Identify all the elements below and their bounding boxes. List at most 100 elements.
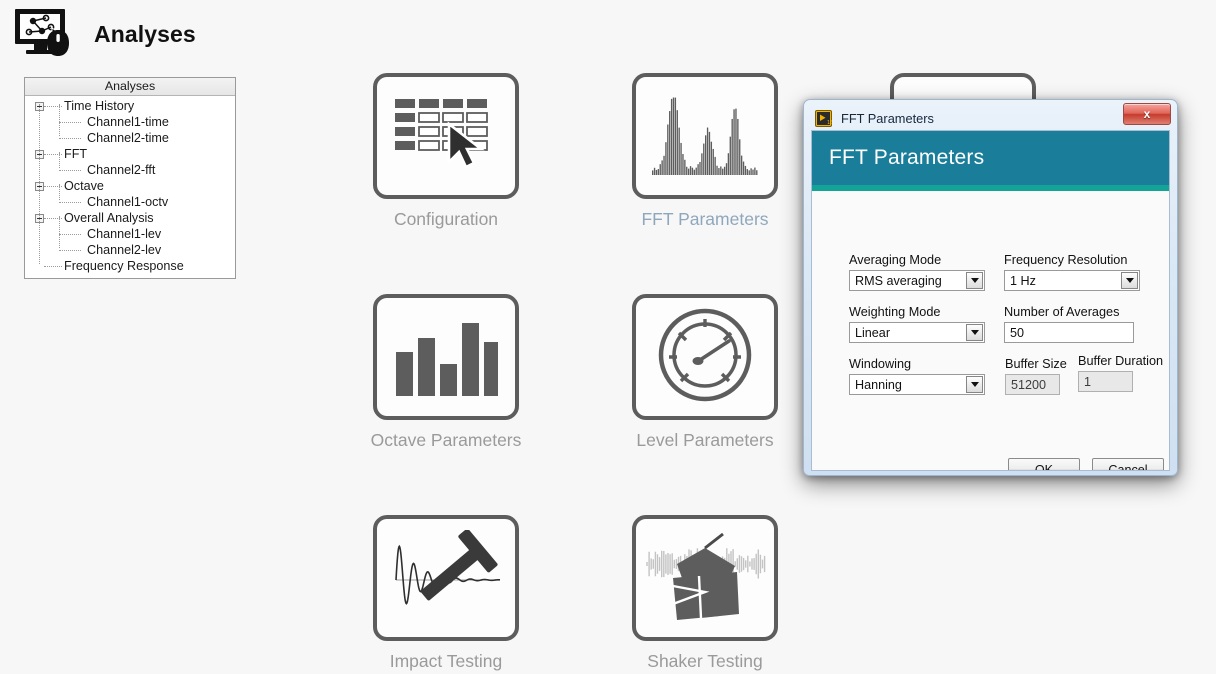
- tree-item[interactable]: Channel1-octv: [25, 194, 235, 210]
- tree-connector: [59, 138, 81, 139]
- close-icon[interactable]: x: [1123, 103, 1171, 125]
- tree-item[interactable]: Time History: [25, 98, 235, 114]
- frequency-resolution-value: 1 Hz: [1010, 273, 1036, 288]
- ok-button[interactable]: OK: [1008, 458, 1080, 470]
- averaging-mode-label: Averaging Mode: [849, 253, 942, 267]
- dialog-banner-title: FFT Parameters: [829, 146, 985, 169]
- spectrum-icon: [649, 93, 761, 180]
- tree-item-label: Channel2-lev: [87, 243, 162, 257]
- tree-item[interactable]: Channel1-lev: [25, 226, 235, 242]
- buffer-duration-label: Buffer Duration: [1078, 354, 1164, 368]
- tree-body[interactable]: Time History Channel1-time Channel2-time FF…: [25, 96, 235, 278]
- tree-item-label: Channel2-time: [87, 131, 169, 145]
- tree-branch: [59, 152, 60, 168]
- frequency-resolution-dropdown[interactable]: 1 Hz: [1004, 270, 1140, 291]
- tree-item-label: Octave: [64, 179, 104, 193]
- number-of-averages-input[interactable]: 50: [1004, 322, 1134, 343]
- tree-item[interactable]: Octave: [25, 178, 235, 194]
- tree-trunk: [39, 104, 40, 264]
- tree-item-label: Channel1-time: [87, 115, 169, 129]
- field-windowing: Windowing Hanning: [849, 357, 985, 395]
- buffer-duration-display: 1: [1078, 371, 1133, 392]
- buffer-size-label: Buffer Size: [1005, 357, 1067, 371]
- tree-item[interactable]: Channel2-fft: [25, 162, 235, 178]
- tile-configuration[interactable]: Configuration: [368, 73, 524, 230]
- tree-connector: [59, 122, 81, 123]
- tree-item-label: Channel2-fft: [87, 163, 156, 177]
- tree-connector: [59, 170, 81, 171]
- tile-fft-parameters-label: FFT Parameters: [641, 209, 769, 229]
- tile-configuration-box[interactable]: [373, 73, 519, 199]
- dialog-form: Averaging Mode RMS averaging Frequency R…: [812, 191, 1169, 395]
- monitor-graph-mouse-icon: [14, 8, 80, 60]
- tile-level-parameters-box[interactable]: [632, 294, 778, 420]
- tree-branch: [59, 216, 60, 248]
- analyses-tree[interactable]: Analyses Time History Channel1-time Channe…: [24, 77, 236, 279]
- tree-item[interactable]: Overall Analysis: [25, 210, 235, 226]
- averaging-mode-value: RMS averaging: [855, 273, 942, 288]
- fft-parameters-dialog: 15 FFT Parameters x FFT Parameters Avera…: [803, 99, 1178, 476]
- tree-item-label: Channel1-octv: [87, 195, 169, 209]
- dialog-title: FFT Parameters: [841, 110, 934, 126]
- buffer-size-display: 51200: [1005, 374, 1060, 395]
- tree-connector: [59, 202, 81, 203]
- tree-item[interactable]: FFT: [25, 146, 235, 162]
- tile-shaker-testing-box[interactable]: [632, 515, 778, 641]
- gauge-icon: [655, 305, 755, 410]
- cancel-button[interactable]: Cancel: [1092, 458, 1164, 470]
- table-cursor-icon: [391, 93, 501, 180]
- shaker-noise-icon: [643, 528, 767, 629]
- tile-octave-parameters-box[interactable]: [373, 294, 519, 420]
- tile-impact-testing-box[interactable]: [373, 515, 519, 641]
- tile-impact-testing-label: Impact Testing: [389, 651, 503, 671]
- svg-text:15: 15: [827, 120, 832, 126]
- weighting-mode-label: Weighting Mode: [849, 305, 941, 319]
- windowing-dropdown[interactable]: Hanning: [849, 374, 985, 395]
- windowing-value: Hanning: [855, 377, 902, 392]
- dialog-titlebar[interactable]: 15 FFT Parameters x: [811, 103, 1171, 130]
- chevron-down-icon[interactable]: [966, 272, 983, 289]
- page-header: Analyses: [14, 8, 196, 60]
- tree-connector: [59, 234, 81, 235]
- hammer-decay-icon: [386, 528, 506, 627]
- chevron-down-icon[interactable]: [966, 324, 983, 341]
- tree-item-label: Overall Analysis: [64, 211, 154, 225]
- chevron-down-icon[interactable]: [1121, 272, 1138, 289]
- frequency-resolution-label: Frequency Resolution: [1004, 253, 1128, 267]
- buffer-duration-value: 1: [1084, 374, 1092, 389]
- windowing-label: Windowing: [849, 357, 912, 371]
- close-icon-glyph: x: [1143, 107, 1151, 121]
- weighting-mode-dropdown[interactable]: Linear: [849, 322, 985, 343]
- dialog-body: FFT Parameters Averaging Mode RMS averag…: [811, 130, 1170, 471]
- dialog-banner: FFT Parameters: [812, 131, 1169, 185]
- tile-impact-testing[interactable]: Impact Testing: [368, 515, 524, 672]
- chevron-down-icon[interactable]: [966, 376, 983, 393]
- tree-item[interactable]: Channel2-lev: [25, 242, 235, 258]
- tile-octave-parameters-label: Octave Parameters: [370, 430, 522, 450]
- tree-item-label: Frequency Response: [64, 259, 184, 273]
- tree-item[interactable]: Channel2-time: [25, 130, 235, 146]
- field-frequency-resolution: Frequency Resolution 1 Hz: [1004, 253, 1140, 291]
- tree-item-label: FFT: [64, 147, 88, 161]
- app-root: Analyses Analyses Time History Channel1-t…: [0, 0, 1216, 674]
- tile-fft-parameters[interactable]: FFT Parameters: [627, 73, 783, 230]
- tree-item[interactable]: Channel1-time: [25, 114, 235, 130]
- dialog-button-row: OK Cancel: [1008, 458, 1164, 470]
- tree-connector: [59, 250, 81, 251]
- tree-item-label: Channel1-lev: [87, 227, 162, 241]
- field-number-of-averages: Number of Averages 50: [1004, 305, 1134, 343]
- tree-branch: [59, 184, 60, 200]
- tile-shaker-testing[interactable]: Shaker Testing: [627, 515, 783, 672]
- field-buffer-size: Buffer Size 51200: [1005, 357, 1067, 395]
- tree-connector: [44, 266, 62, 267]
- tile-octave-parameters[interactable]: Octave Parameters: [368, 294, 524, 451]
- tile-fft-parameters-box[interactable]: [632, 73, 778, 199]
- averaging-mode-dropdown[interactable]: RMS averaging: [849, 270, 985, 291]
- number-of-averages-value: 50: [1010, 325, 1025, 340]
- labview-vi-icon: 15: [815, 109, 832, 127]
- field-averaging-mode: Averaging Mode RMS averaging: [849, 253, 985, 291]
- tree-item[interactable]: Frequency Response: [25, 258, 235, 274]
- tile-level-parameters[interactable]: Level Parameters: [627, 294, 783, 451]
- field-buffer-duration: Buffer Duration 1: [1078, 354, 1163, 392]
- page-title: Analyses: [94, 20, 196, 47]
